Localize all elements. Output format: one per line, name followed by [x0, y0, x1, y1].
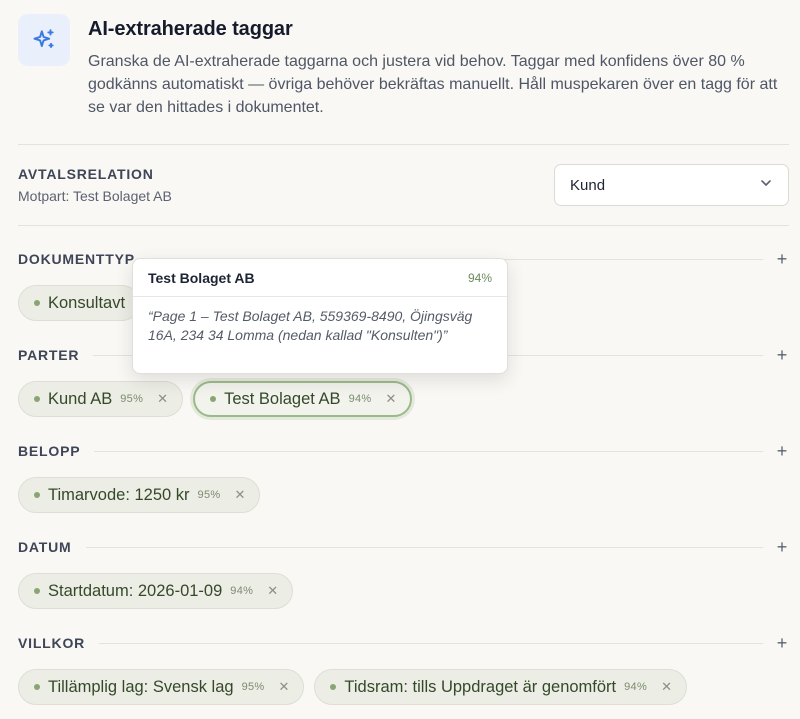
plus-icon[interactable]: + — [775, 442, 789, 460]
chevron-down-icon — [759, 176, 773, 194]
section-line — [94, 450, 763, 452]
section-belopp: BELOPP + Timarvode: 1250 kr 95% ✕ — [18, 440, 789, 513]
tag-dot — [34, 396, 40, 402]
plus-icon[interactable]: + — [775, 346, 789, 364]
tag-dot — [34, 684, 40, 690]
tag-label: Konsultavt — [48, 293, 126, 312]
tag-party-kund[interactable]: Kund AB 95% ✕ — [18, 381, 184, 417]
section-title: BELOPP — [18, 443, 81, 459]
relation-select-value: Kund — [570, 176, 606, 194]
close-icon[interactable]: ✕ — [385, 391, 396, 407]
plus-icon[interactable]: + — [775, 250, 789, 268]
tag-label: Tidsram: tills Uppdraget är genomfört — [344, 677, 617, 696]
tag-confidence: 95% — [197, 489, 221, 501]
tag-dot — [34, 492, 40, 498]
tag-terms-law[interactable]: Tillämplig lag: Svensk lag 95% ✕ — [18, 669, 305, 705]
close-icon[interactable]: ✕ — [661, 679, 672, 695]
tag-doctype[interactable]: Konsultavt — [18, 285, 141, 321]
plus-icon[interactable]: + — [775, 634, 789, 652]
counterparty-label: Motpart: Test Bolaget AB — [18, 188, 172, 204]
divider — [18, 225, 789, 226]
tag-confidence: 94% — [230, 585, 254, 597]
section-line — [85, 546, 763, 548]
relation-select[interactable]: Kund — [554, 164, 789, 206]
tooltip-title: Test Bolaget AB — [148, 269, 255, 286]
section-title: VILLKOR — [18, 635, 86, 651]
close-icon[interactable]: ✕ — [157, 391, 168, 407]
tag-amount[interactable]: Timarvode: 1250 kr 95% ✕ — [18, 477, 261, 513]
tag-dot — [34, 300, 40, 306]
page-title: AI-extraherade taggar — [88, 18, 293, 40]
source-tooltip: Test Bolaget AB 94% “Page 1 – Test Bolag… — [132, 258, 508, 374]
sparkles-icon — [18, 14, 70, 66]
close-icon[interactable]: ✕ — [234, 487, 245, 503]
section-line — [99, 642, 763, 644]
tag-party-test-bolaget[interactable]: Test Bolaget AB 94% ✕ — [193, 381, 413, 417]
tag-dot — [210, 396, 217, 402]
tag-label: Kund AB — [48, 389, 113, 408]
tag-confidence: 95% — [120, 393, 144, 405]
plus-icon[interactable]: + — [775, 538, 789, 556]
close-icon[interactable]: ✕ — [267, 583, 278, 599]
tooltip-confidence: 94% — [467, 270, 492, 285]
tag-label: Test Bolaget AB — [224, 389, 341, 408]
section-datum: DATUM + Startdatum: 2026-01-09 94% ✕ — [18, 536, 789, 609]
section-title: DOKUMENTTYP — [18, 251, 135, 267]
tag-confidence: 94% — [624, 681, 648, 693]
tag-terms-timeframe[interactable]: Tidsram: tills Uppdraget är genomfört 94… — [314, 669, 687, 705]
tag-confidence: 94% — [348, 393, 372, 405]
relation-row: AVTALSRELATION Motpart: Test Bolaget AB … — [18, 145, 789, 225]
tag-date[interactable]: Startdatum: 2026-01-09 94% ✕ — [18, 573, 294, 609]
close-icon[interactable]: ✕ — [278, 679, 289, 695]
tag-label: Timarvode: 1250 kr — [48, 485, 190, 504]
relation-title: AVTALSRELATION — [18, 166, 154, 182]
section-villkor: VILLKOR + Tillämplig lag: Svensk lag 95%… — [18, 632, 789, 705]
section-title: PARTER — [18, 347, 80, 363]
tag-label: Startdatum: 2026-01-09 — [48, 581, 223, 600]
tooltip-quote: “Page 1 – Test Bolaget AB, 559369-8490, … — [148, 308, 473, 343]
page-description: Granska de AI-extraherade taggarna och j… — [88, 53, 778, 116]
header: AI-extraherade taggar Granska de AI-extr… — [18, 14, 789, 119]
tag-dot — [330, 684, 337, 690]
tag-label: Tillämplig lag: Svensk lag — [48, 677, 234, 696]
section-title: DATUM — [18, 539, 72, 555]
tag-dot — [34, 588, 40, 594]
tag-confidence: 95% — [241, 681, 265, 693]
